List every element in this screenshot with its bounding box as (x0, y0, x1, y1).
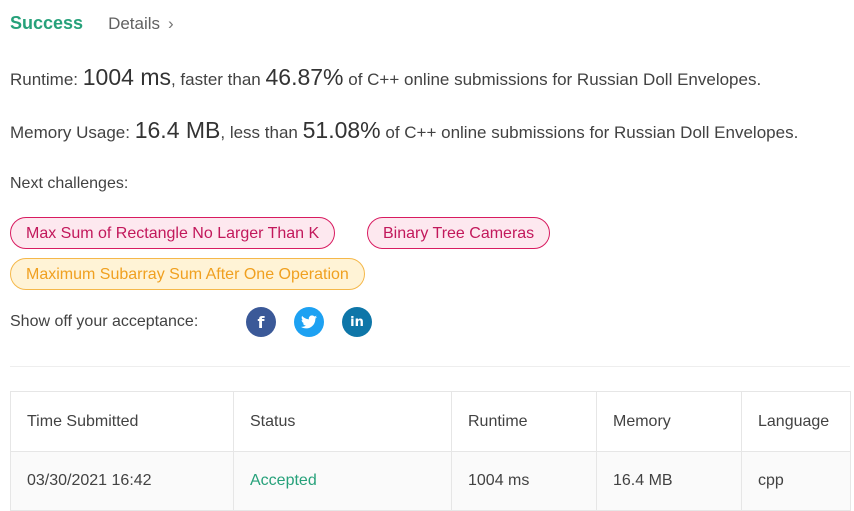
memory-value: 16.4 MB (134, 117, 221, 143)
runtime-middle: , faster than (170, 70, 261, 89)
column-header-memory: Memory (596, 391, 742, 452)
status-title: Success (10, 13, 84, 33)
runtime-value: 1004 ms (82, 64, 171, 90)
submissions-table: Time Submitted Status Runtime Memory Lan… (10, 391, 851, 511)
column-header-language: Language (741, 391, 851, 452)
runtime-label: Runtime: (10, 70, 79, 89)
memory-percent: 51.08% (302, 117, 381, 143)
column-header-status: Status (233, 391, 452, 452)
challenge-tag-binary-tree-cameras[interactable]: Binary Tree Cameras (367, 217, 551, 249)
memory-label: Memory Usage: (10, 123, 130, 142)
cell-memory: 16.4 MB (596, 451, 742, 511)
divider (10, 366, 850, 367)
cell-time-submitted: 03/30/2021 16:42 (10, 451, 234, 511)
twitter-icon[interactable] (294, 307, 324, 337)
status-accepted-link[interactable]: Accepted (250, 472, 317, 489)
challenge-tag-max-subarray-sum[interactable]: Maximum Subarray Sum After One Operation (10, 258, 365, 290)
chevron-right-icon: › (168, 13, 174, 33)
next-challenges-label: Next challenges: (10, 175, 129, 192)
twitter-bird-glyph (301, 315, 317, 329)
memory-suffix: of C++ online submissions for Russian Do… (385, 123, 799, 142)
details-link[interactable]: Details › (108, 14, 174, 34)
memory-middle: , less than (220, 123, 298, 142)
share-label: Show off your acceptance: (10, 313, 199, 330)
facebook-icon[interactable]: f (246, 307, 276, 337)
table-header-row: Time Submitted Status Runtime Memory Lan… (10, 391, 851, 452)
cell-runtime: 1004 ms (451, 451, 597, 511)
challenge-tag-max-sum-rectangle[interactable]: Max Sum of Rectangle No Larger Than K (10, 217, 336, 249)
memory-stat: Memory Usage: 16.4 MB, less than 51.08% … (10, 117, 798, 144)
runtime-suffix: of C++ online submissions for Russian Do… (348, 70, 762, 89)
cell-language: cpp (741, 451, 851, 511)
details-label: Details (108, 13, 161, 33)
linkedin-icon[interactable]: in (342, 307, 372, 337)
runtime-percent: 46.87% (265, 64, 344, 90)
column-header-time: Time Submitted (10, 391, 234, 452)
table-row: 03/30/2021 16:42 Accepted 1004 ms 16.4 M… (10, 451, 851, 511)
column-header-runtime: Runtime (451, 391, 597, 452)
result-header: Success Details › (10, 13, 174, 34)
runtime-stat: Runtime: 1004 ms, faster than 46.87% of … (10, 64, 761, 91)
